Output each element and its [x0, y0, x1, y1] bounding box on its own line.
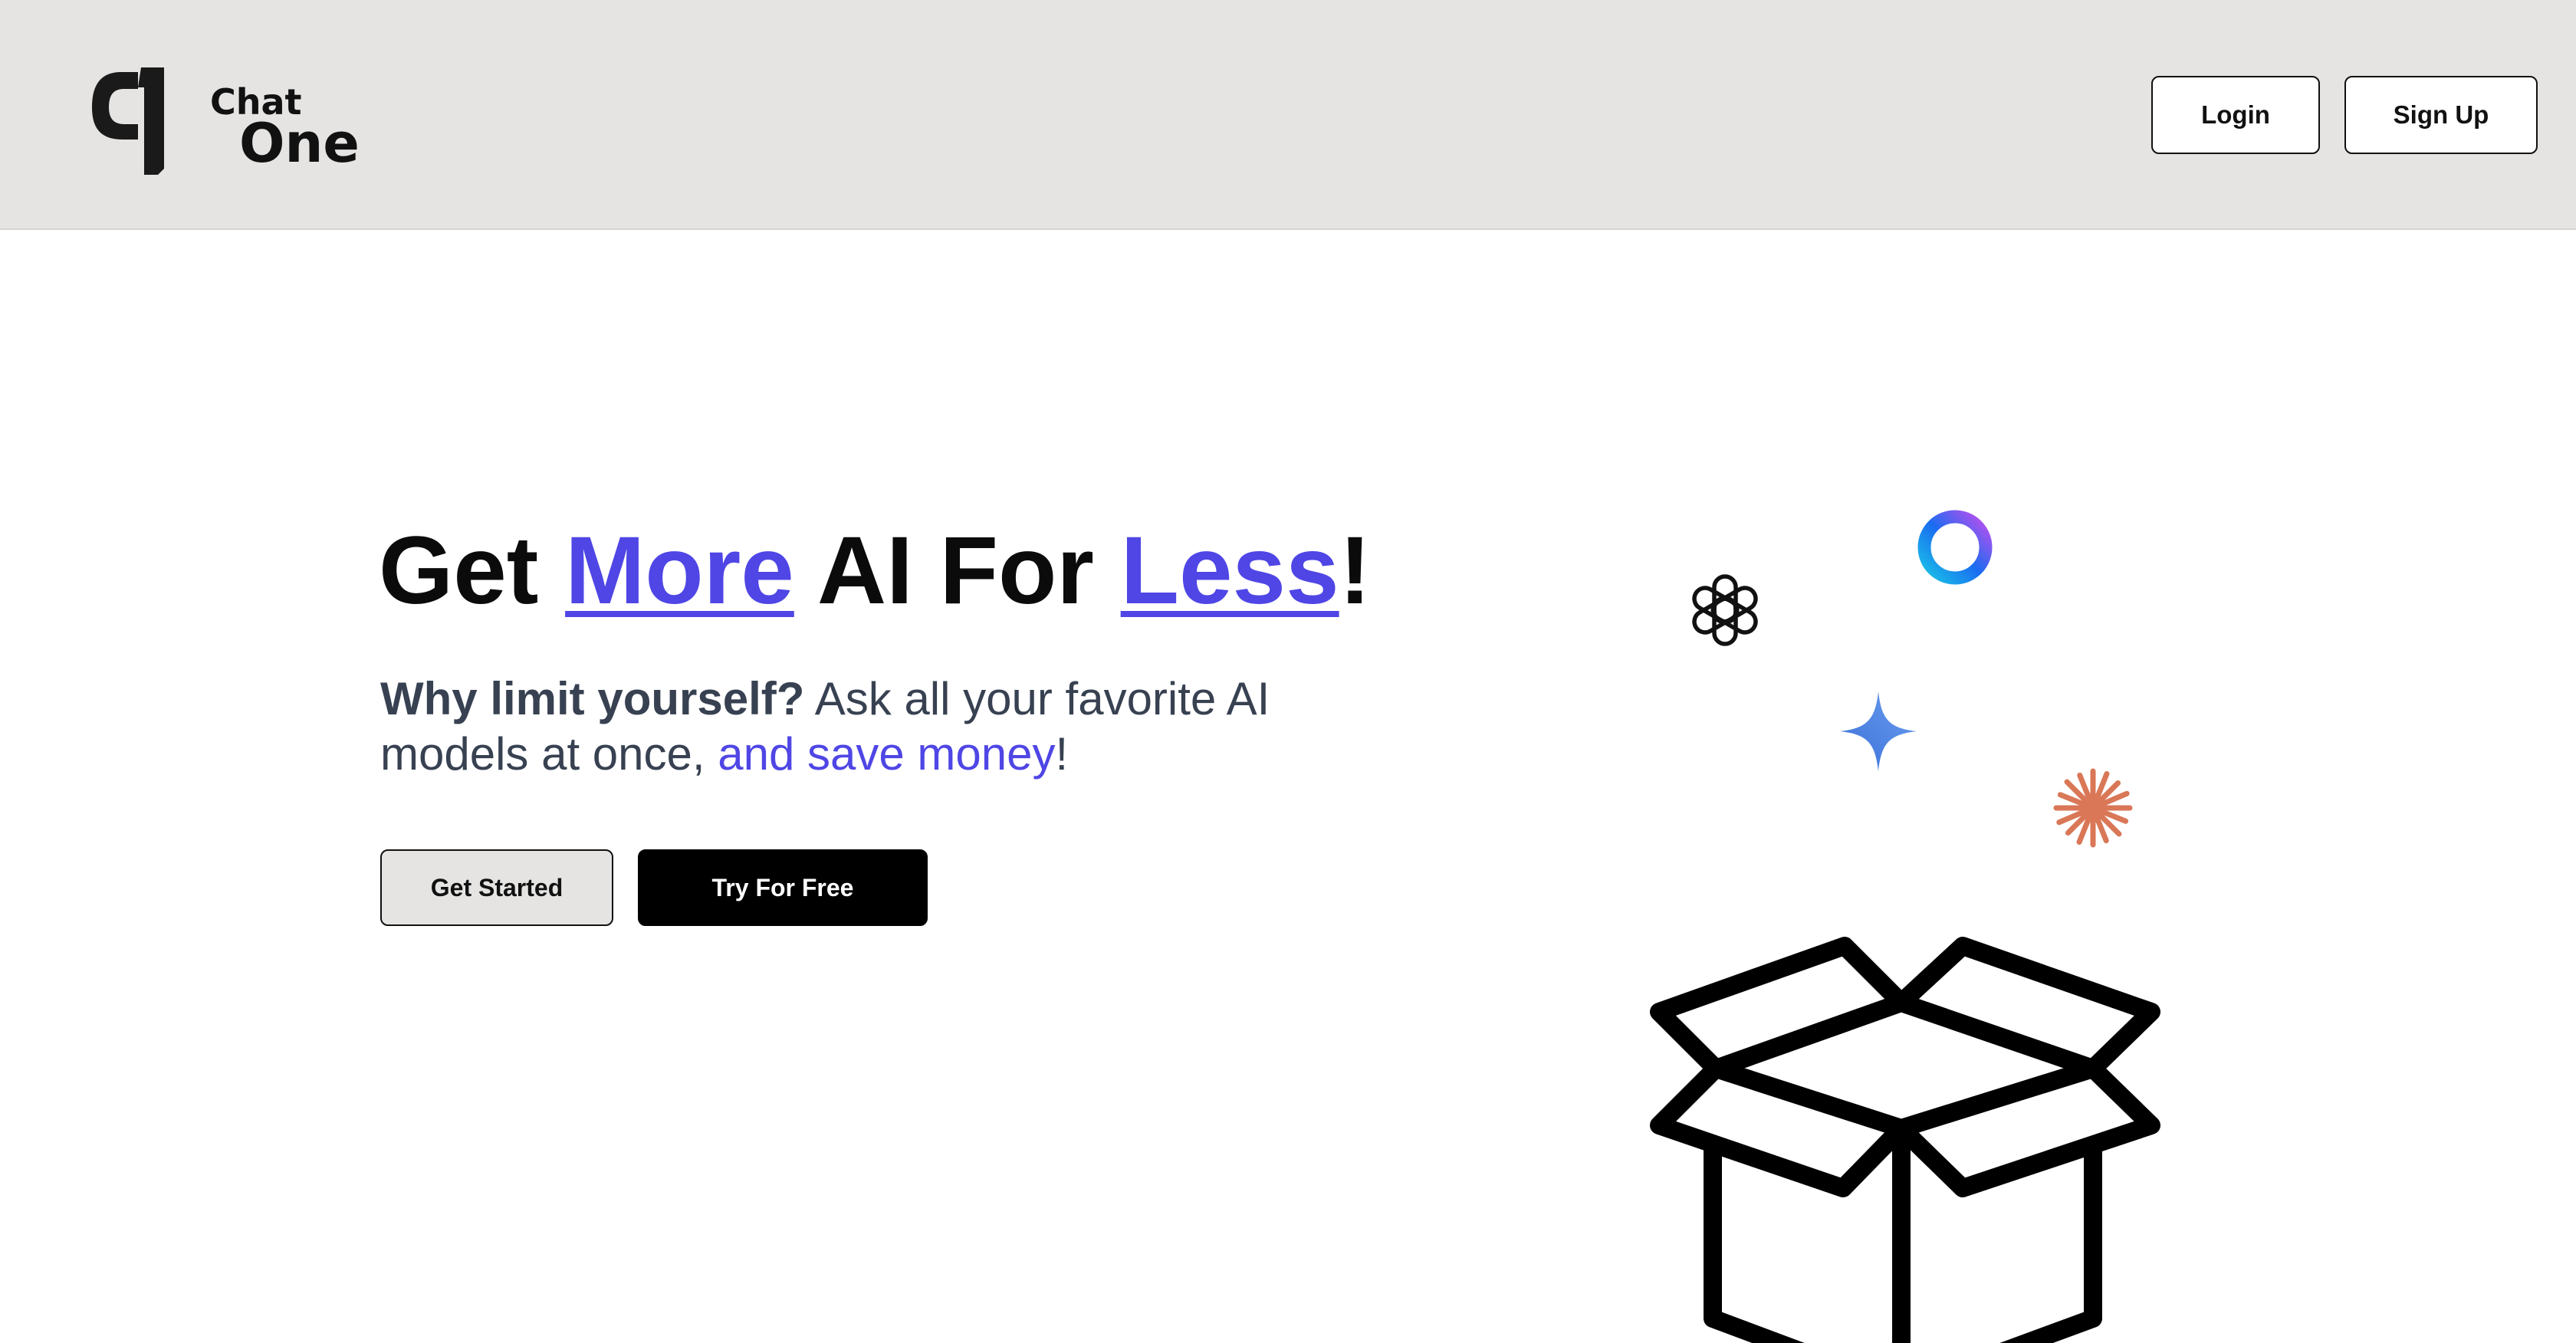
login-button[interactable]: Login [2151, 76, 2320, 154]
hero-title-highlight-less: Less [1120, 517, 1339, 624]
gemini-sparkle-icon [1840, 691, 1917, 771]
openai-icon [1692, 574, 1758, 646]
hero-title: Get More AI For Less! [379, 514, 1371, 629]
top-navbar: Chat One Login Sign Up [0, 0, 2576, 230]
open-box-icon [1650, 937, 2160, 1343]
logo-text-one: One [239, 112, 360, 175]
try-for-free-button[interactable]: Try For Free [638, 849, 928, 926]
signup-button[interactable]: Sign Up [2344, 76, 2538, 154]
hero-title-part2: AI For [794, 517, 1121, 624]
hero-subtitle-accent: and save money [718, 728, 1056, 780]
hero-subtitle-end: ! [1055, 728, 1069, 780]
claude-starburst-icon [2053, 768, 2133, 848]
hero-title-highlight-more: More [565, 517, 794, 624]
hero-subtitle: Why limit yourself? Ask all your favorit… [380, 672, 1339, 782]
hero-title-part1: Get [379, 517, 566, 624]
hero-title-part3: ! [1339, 517, 1372, 624]
chat-one-logo[interactable]: Chat One [87, 63, 379, 178]
ring-icon [1917, 510, 1993, 585]
c1-logo-mark-icon [92, 67, 164, 175]
get-started-button[interactable]: Get Started [380, 849, 613, 926]
hero-subtitle-bold: Why limit yourself? [380, 673, 805, 724]
